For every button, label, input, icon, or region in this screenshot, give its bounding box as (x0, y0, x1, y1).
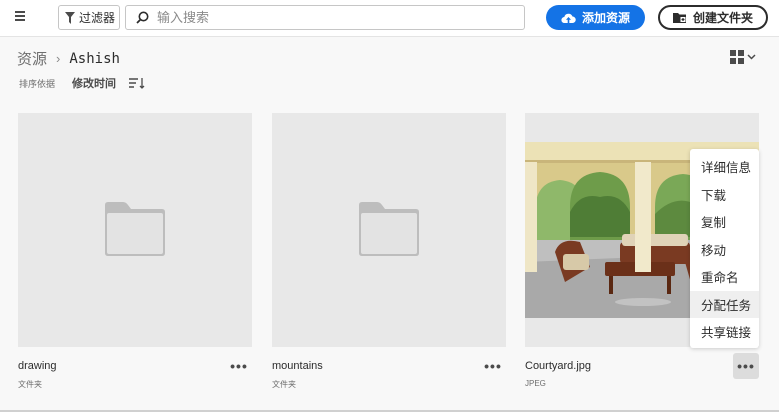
top-toolbar: 过滤器 添加资源 创建文件夹 (0, 0, 779, 37)
more-actions-button[interactable]: ••• (226, 355, 252, 377)
sort-field-dropdown[interactable]: 修改时间 (72, 75, 116, 91)
folder-icon (359, 202, 419, 256)
breadcrumb-current: Ashish (69, 50, 120, 67)
asset-name: Courtyard.jpg (525, 360, 592, 372)
more-actions-button[interactable]: ••• (733, 353, 759, 379)
menu-item-share-link[interactable]: 共享链接 (690, 318, 759, 346)
cloud-upload-icon (561, 13, 576, 24)
filter-label: 过滤器 (79, 11, 116, 25)
sort-bar: 排序依据 修改时间 (19, 75, 145, 91)
create-folder-label: 创建文件夹 (692, 11, 753, 25)
asset-card[interactable]: drawing 文件夹 ••• (18, 113, 252, 389)
hamburger-icon[interactable] (15, 11, 29, 25)
menu-item-details[interactable]: 详细信息 (690, 153, 759, 181)
folder-thumbnail[interactable] (272, 113, 506, 347)
folder-thumbnail[interactable] (18, 113, 252, 347)
sort-label: 排序依据 (19, 78, 56, 89)
search-box[interactable] (125, 5, 525, 30)
chevron-down-icon (747, 54, 756, 60)
asset-name: mountains (272, 360, 323, 372)
search-icon (136, 11, 149, 24)
breadcrumb: 资源 › Ashish (17, 48, 120, 69)
asset-name: drawing (18, 360, 57, 372)
menu-item-assign-task[interactable]: 分配任务 (690, 290, 759, 318)
sort-descending-icon[interactable] (129, 77, 145, 89)
filter-button[interactable]: 过滤器 (58, 5, 120, 30)
asset-card[interactable]: mountains 文件夹 ••• (272, 113, 506, 389)
search-input[interactable] (157, 10, 497, 25)
funnel-icon (65, 11, 75, 24)
menu-item-download[interactable]: 下载 (690, 181, 759, 209)
menu-item-move[interactable]: 移动 (690, 236, 759, 264)
chevron-right-icon: › (56, 51, 61, 66)
add-asset-button[interactable]: 添加资源 (546, 5, 645, 30)
create-folder-button[interactable]: 创建文件夹 (658, 5, 768, 30)
asset-type: 文件夹 (18, 380, 42, 389)
breadcrumb-root[interactable]: 资源 (17, 48, 47, 69)
menu-item-copy[interactable]: 复制 (690, 208, 759, 236)
grid-view-icon (730, 50, 744, 64)
asset-type: JPEG (525, 379, 546, 388)
folder-icon (105, 202, 165, 256)
context-menu: 详细信息 下载 复制 移动 重命名 分配任务 共享链接 (690, 149, 759, 348)
view-toggle[interactable] (730, 50, 756, 64)
menu-item-rename[interactable]: 重命名 (690, 263, 759, 291)
folder-plus-icon (672, 12, 686, 23)
more-actions-button[interactable]: ••• (480, 355, 506, 377)
asset-type: 文件夹 (272, 380, 296, 389)
add-asset-label: 添加资源 (581, 11, 630, 25)
